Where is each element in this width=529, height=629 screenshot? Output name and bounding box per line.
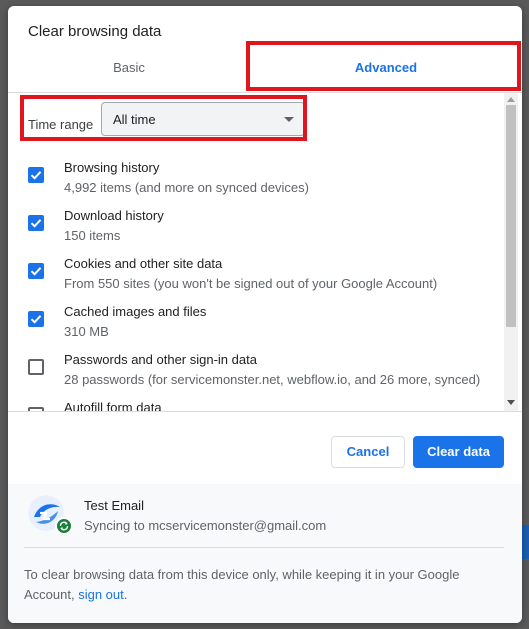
checkbox-checked-icon[interactable] [28,167,44,183]
sync-icon [55,517,73,535]
checkbox-checked-icon[interactable] [28,215,44,231]
account-footer: Test Email Syncing to mcservicemonster@g… [8,484,522,623]
scroll-up-arrow-icon[interactable] [507,97,515,102]
clear-data-button[interactable]: Clear data [413,436,504,468]
cancel-button[interactable]: Cancel [331,436,405,468]
option-passwords[interactable]: Passwords and other sign-in data 28 pass… [8,350,508,398]
option-subtitle: 310 MB [64,324,109,339]
tab-basic[interactable]: Basic [8,50,250,92]
account-name: Test Email [84,498,144,513]
background-page-accent [521,525,529,559]
checkbox-checked-icon[interactable] [28,263,44,279]
scrollbar-thumb[interactable] [506,105,516,327]
option-cached-images[interactable]: Cached images and files 310 MB [8,302,508,350]
footer-info-text: To clear browsing data from this device … [24,565,494,605]
option-autofill[interactable]: Autofill form data [8,398,508,412]
option-download-history[interactable]: Download history 150 items [8,206,508,254]
options-scroll-area[interactable]: Time range All time Browsing history 4,9… [8,93,522,412]
option-subtitle: 150 items [64,228,121,243]
option-subtitle: 28 passwords (for servicemonster.net, we… [64,372,481,387]
scrollbar[interactable] [504,93,518,411]
dialog-title: Clear browsing data [28,23,162,40]
highlight-box-time-range [20,95,307,141]
option-subtitle: From 550 sites (you won't be signed out … [64,276,438,291]
clear-browsing-data-dialog: Clear browsing data Basic Advanced Time … [8,6,522,623]
checkbox-unchecked-icon[interactable] [28,359,44,375]
checkbox-checked-icon[interactable] [28,311,44,327]
account-sync-status: Syncing to mcservicemonster@gmail.com [84,518,327,533]
option-subtitle: 4,992 items (and more on synced devices) [64,180,309,195]
scroll-down-arrow-icon[interactable] [507,400,515,405]
option-title: Download history [64,208,164,223]
footer-text-end: . [123,587,128,602]
option-cookies[interactable]: Cookies and other site data From 550 sit… [8,254,508,302]
checkbox-unchecked-icon[interactable] [28,407,44,411]
option-title: Passwords and other sign-in data [64,352,257,367]
highlight-box-advanced-tab [246,41,521,91]
option-browsing-history[interactable]: Browsing history 4,992 items (and more o… [8,158,508,206]
sign-out-link[interactable]: sign out [78,587,124,602]
footer-divider [24,547,504,548]
option-title: Browsing history [64,160,160,175]
option-title: Autofill form data [64,400,162,412]
option-title: Cached images and files [64,304,207,319]
option-title: Cookies and other site data [64,256,223,271]
